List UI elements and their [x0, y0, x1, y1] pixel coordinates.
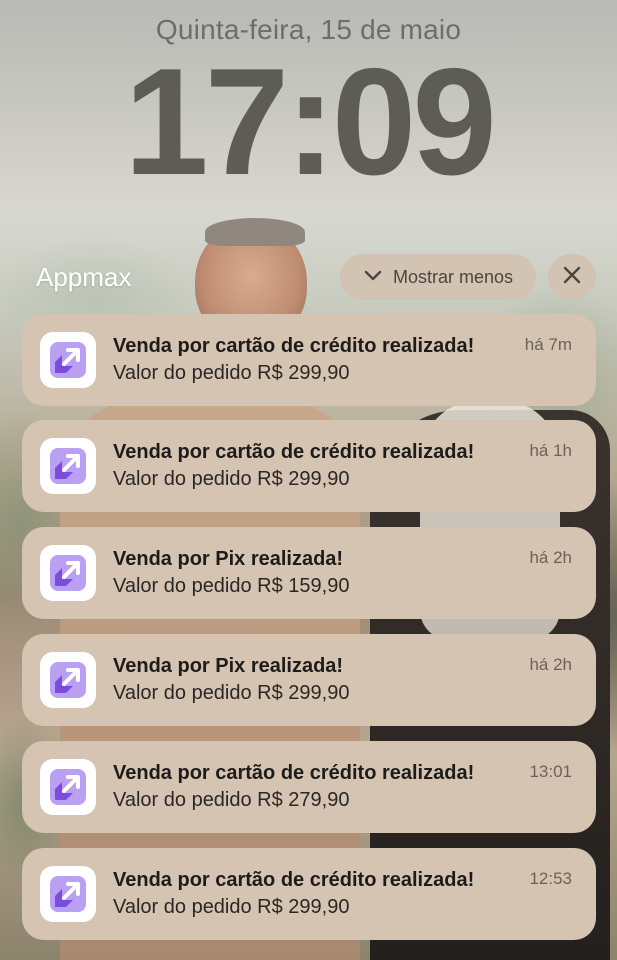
notification-title: Venda por Pix realizada! — [113, 655, 344, 677]
clear-notifications-button[interactable] — [548, 254, 596, 300]
notification-card[interactable]: Venda por Pix realizada! Valor do pedido… — [22, 527, 596, 619]
appmax-app-icon — [40, 545, 96, 601]
notification-time: 12:53 — [529, 869, 572, 888]
notification-time: há 1h — [529, 441, 572, 460]
notification-body: Valor do pedido R$ 299,90 — [113, 682, 350, 704]
notification-card[interactable]: Venda por cartão de crédito realizada! V… — [22, 420, 596, 512]
notification-time: há 2h — [529, 655, 572, 674]
notification-title: Venda por cartão de crédito realizada! — [113, 335, 475, 357]
notification-body: Valor do pedido R$ 279,90 — [113, 789, 350, 811]
notification-card[interactable]: Venda por cartão de crédito realizada! V… — [22, 314, 596, 406]
lockscreen-time: 17:09 — [124, 37, 497, 207]
appmax-app-icon — [40, 759, 96, 815]
appmax-app-icon — [40, 438, 96, 494]
notification-body: Valor do pedido R$ 159,90 — [113, 575, 350, 597]
show-less-button[interactable]: Mostrar menos — [340, 254, 536, 300]
notification-card[interactable]: Venda por cartão de crédito realizada! V… — [22, 741, 596, 833]
appmax-app-icon — [40, 866, 96, 922]
notification-body: Valor do pedido R$ 299,90 — [113, 468, 350, 490]
notification-title: Venda por cartão de crédito realizada! — [113, 441, 475, 463]
notification-time: há 2h — [529, 548, 572, 567]
notification-body: Valor do pedido R$ 299,90 — [113, 362, 350, 384]
show-less-label: Mostrar menos — [392, 266, 514, 287]
notification-body: Valor do pedido R$ 299,90 — [113, 896, 350, 918]
appmax-app-icon — [40, 332, 96, 388]
notification-title: Venda por cartão de crédito realizada! — [113, 869, 475, 891]
notification-time: 13:01 — [529, 762, 572, 781]
wallpaper-person-hair — [205, 218, 305, 246]
notification-time: há 7m — [524, 335, 572, 354]
notification-group-app-name: Appmax — [36, 262, 132, 292]
close-icon — [563, 266, 581, 289]
notification-card[interactable]: Venda por Pix realizada! Valor do pedido… — [22, 634, 596, 726]
notification-title: Venda por cartão de crédito realizada! — [113, 762, 475, 784]
notification-title: Venda por Pix realizada! — [113, 548, 344, 570]
notification-card[interactable]: Venda por cartão de crédito realizada! V… — [22, 848, 596, 940]
lockscreen-clock: 17:09 — [0, 46, 617, 198]
appmax-app-icon — [40, 652, 96, 708]
chevron-down-icon — [363, 267, 383, 288]
